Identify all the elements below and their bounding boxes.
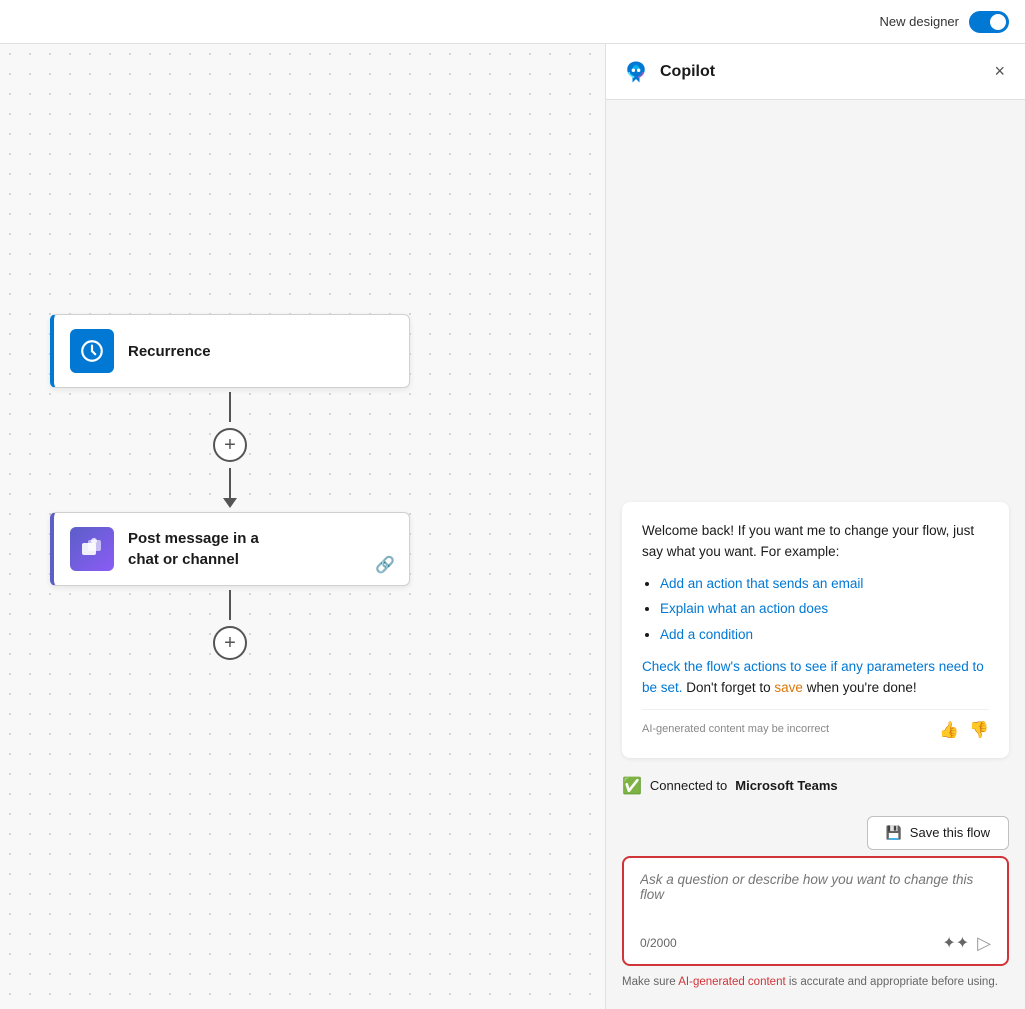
line-3 [229, 590, 231, 620]
message-intro: Welcome back! If you want me to change y… [642, 520, 989, 563]
followup-dontforget: Don't forget to [686, 680, 774, 695]
teams-node[interactable]: Post message in achat or channel 🔗 [50, 512, 410, 586]
connected-service: Microsoft Teams [735, 778, 837, 793]
copilot-title-row: Copilot [622, 58, 715, 86]
add-step-button-1[interactable]: + [213, 428, 247, 462]
copilot-input-field[interactable] [640, 872, 991, 920]
copilot-body: Welcome back! If you want me to change y… [606, 100, 1025, 816]
thumbs-down-button[interactable]: 👎 [969, 720, 989, 740]
flow-diagram: Recurrence + Post messa [50, 314, 410, 670]
followup-save: save [774, 680, 803, 695]
copilot-message-bubble: Welcome back! If you want me to change y… [622, 502, 1009, 758]
disclaimer-text: Make sure AI-generated content is accura… [622, 966, 1009, 995]
copilot-input-area[interactable]: 0/2000 ✦✦ ▷ [622, 856, 1009, 966]
thumbs-up-button[interactable]: 👍 [939, 720, 959, 740]
copilot-logo-icon [622, 58, 650, 86]
check-circle-icon: ✅ [622, 776, 642, 796]
followup-end: when you're done! [803, 680, 917, 695]
arrow-1 [223, 498, 237, 508]
copilot-header: Copilot × [606, 44, 1025, 100]
teams-title: Post message in achat or channel [128, 528, 259, 570]
example-3-text: Add a condition [660, 627, 753, 642]
teams-icon-bg [70, 527, 114, 571]
disclaimer-ai: AI-generated content [678, 976, 785, 988]
top-bar: New designer [0, 0, 1025, 44]
save-row: 💾 Save this flow [622, 816, 1009, 854]
ai-disclaimer: AI-generated content may be incorrect [642, 721, 829, 739]
message-examples-list: Add an action that sends an email Explai… [660, 573, 989, 646]
disclaimer-prefix: Make sure [622, 976, 678, 988]
feedback-row: 👍 👎 [939, 720, 989, 740]
link-icon: 🔗 [375, 555, 395, 575]
example-item-2: Explain what an action does [660, 598, 989, 620]
copilot-bottom: 💾 Save this flow 0/2000 ✦✦ ▷ Make sure A… [606, 816, 1025, 1009]
copilot-title: Copilot [660, 63, 715, 81]
main-layout: Recurrence + Post messa [0, 44, 1025, 1009]
connected-row: ✅ Connected to Microsoft Teams [622, 772, 1009, 800]
save-disk-icon: 💾 [886, 825, 902, 841]
connector-2: + [213, 590, 247, 666]
recurrence-icon-bg [70, 329, 114, 373]
flow-canvas[interactable]: Recurrence + Post messa [0, 44, 605, 1009]
char-count: 0/2000 [640, 936, 677, 950]
new-designer-toggle[interactable] [969, 11, 1009, 33]
send-button[interactable]: ▷ [977, 933, 991, 954]
sparkle-button[interactable]: ✦✦ [942, 933, 969, 953]
add-step-button-2[interactable]: + [213, 626, 247, 660]
recurrence-title: Recurrence [128, 343, 211, 360]
input-actions: ✦✦ ▷ [942, 933, 991, 954]
clock-icon [79, 338, 105, 364]
teams-icon [78, 535, 106, 563]
recurrence-node[interactable]: Recurrence [50, 314, 410, 388]
top-spacer [622, 116, 1009, 488]
example-1-text: Add an action that sends an email [660, 576, 863, 591]
save-btn-label: Save this flow [910, 825, 990, 840]
message-followup: Check the flow's actions to see if any p… [642, 656, 989, 699]
new-designer-label: New designer [880, 14, 960, 29]
connector-1: + [213, 392, 247, 508]
copilot-close-button[interactable]: × [990, 57, 1009, 86]
example-item-3: Add a condition [660, 624, 989, 646]
ai-footer: AI-generated content may be incorrect 👍 … [642, 709, 989, 740]
copilot-panel: Copilot × Welcome back! If you want me t… [605, 44, 1025, 1009]
save-flow-button[interactable]: 💾 Save this flow [867, 816, 1009, 850]
example-item-1: Add an action that sends an email [660, 573, 989, 595]
line-2 [229, 468, 231, 498]
connected-label: Connected to [650, 778, 727, 793]
disclaimer-suffix: is accurate and appropriate before using… [786, 976, 998, 988]
line-1 [229, 392, 231, 422]
input-footer: 0/2000 ✦✦ ▷ [640, 933, 991, 954]
example-2-text: Explain what an action does [660, 601, 828, 616]
